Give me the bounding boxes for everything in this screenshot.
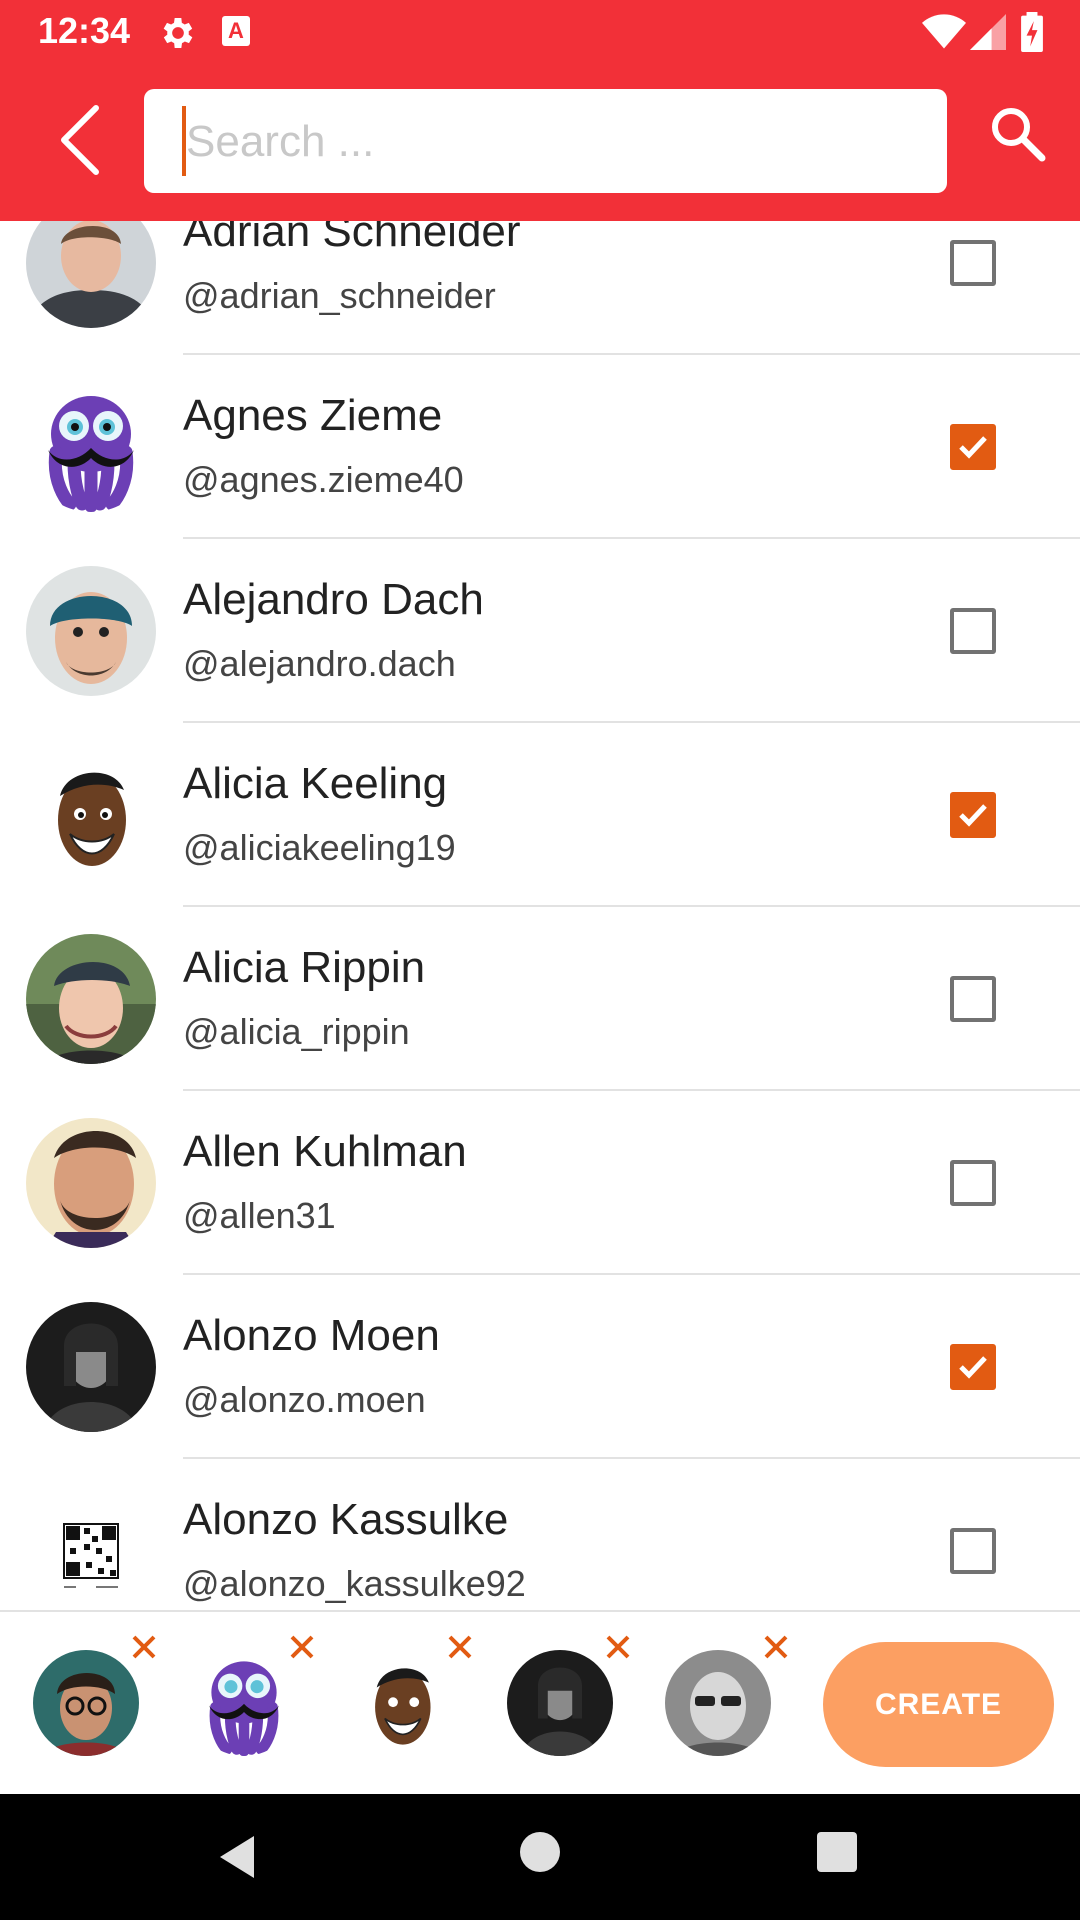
contact-handle: @adrian_schneider	[183, 275, 496, 316]
contact-name: Agnes Zieme	[183, 391, 443, 440]
list-item[interactable]: Allen Kuhlman @allen31	[0, 1091, 1080, 1275]
app-bar: 12:34 A	[0, 0, 1080, 221]
system-navigation-bar	[0, 1794, 1080, 1920]
contact-name: Alonzo Moen	[183, 1311, 440, 1360]
list-item[interactable]: Alicia Rippin @alicia_rippin	[0, 907, 1080, 1091]
list-item[interactable]: Alejandro Dach @alejandro.dach	[0, 539, 1080, 723]
man-glasses-photo-icon	[33, 1650, 139, 1756]
man-photo-icon	[26, 221, 156, 328]
contact-handle: @alicia_rippin	[183, 1011, 410, 1052]
contact-name: Alonzo Kassulke	[183, 1495, 509, 1544]
remove-close-icon[interactable]	[761, 1632, 791, 1662]
man-cap-photo-icon	[26, 934, 156, 1064]
checkmark-icon	[959, 1356, 987, 1379]
checkmark-icon	[959, 436, 987, 459]
settings-gear-icon	[163, 18, 193, 48]
list-item[interactable]: Alonzo Kassulke @alonzo_kassulke92	[0, 1459, 1080, 1610]
contact-name: Alejandro Dach	[183, 575, 484, 624]
notification-a-icon: A	[222, 16, 250, 46]
checkmark-icon	[959, 804, 987, 827]
select-checkbox[interactable]	[950, 976, 996, 1022]
contact-name: Alicia Rippin	[183, 943, 426, 992]
man-bw-photo-icon	[507, 1650, 613, 1756]
create-button[interactable]: CREATE	[823, 1642, 1054, 1767]
remove-close-icon[interactable]	[287, 1632, 317, 1662]
contact-handle: @agnes.zieme40	[183, 459, 464, 500]
remove-close-icon[interactable]	[129, 1632, 159, 1662]
remove-close-icon[interactable]	[445, 1632, 475, 1662]
contact-handle: @allen31	[183, 1195, 336, 1236]
battery-charging-icon	[1021, 12, 1043, 52]
select-checkbox[interactable]	[950, 1528, 996, 1574]
back-button[interactable]	[44, 100, 114, 180]
status-time: 12:34	[38, 10, 131, 51]
contact-list[interactable]: Adrian Schneider @adrian_schneider Agnes…	[0, 221, 1080, 1610]
list-item[interactable]: Adrian Schneider @adrian_schneider	[0, 221, 1080, 355]
list-item[interactable]: Agnes Zieme @agnes.zieme40	[0, 355, 1080, 539]
man-beard-photo-icon	[26, 1118, 156, 1248]
back-arrow-icon	[61, 105, 99, 175]
contact-handle: @alonzo_kassulke92	[183, 1563, 526, 1604]
contact-name: Alicia Keeling	[183, 759, 448, 808]
remove-close-icon[interactable]	[603, 1632, 633, 1662]
cartoon-smiling-face-icon	[26, 750, 156, 880]
search-icon[interactable]	[988, 104, 1048, 164]
select-checkbox[interactable]	[950, 792, 996, 838]
contact-name: Allen Kuhlman	[183, 1127, 467, 1176]
select-checkbox[interactable]	[950, 1160, 996, 1206]
select-checkbox[interactable]	[950, 240, 996, 286]
cartoon-smiling-face-icon	[349, 1650, 455, 1756]
select-checkbox[interactable]	[950, 608, 996, 654]
contact-handle: @alonzo.moen	[183, 1379, 426, 1420]
wifi-icon	[922, 14, 966, 49]
man-sunglasses-photo-icon	[665, 1650, 771, 1756]
select-checkbox[interactable]	[950, 424, 996, 470]
contact-handle: @alejandro.dach	[183, 643, 456, 684]
qr-code-icon	[26, 1486, 156, 1610]
list-item[interactable]: Alonzo Moen @alonzo.moen	[0, 1275, 1080, 1459]
select-checkbox[interactable]	[950, 1344, 996, 1390]
list-item[interactable]: Alicia Keeling @aliciakeeling19	[0, 723, 1080, 907]
nav-recents-icon[interactable]	[817, 1832, 857, 1872]
search-box[interactable]	[144, 89, 947, 193]
contact-handle: @aliciakeeling19	[183, 827, 456, 868]
man-beanie-photo-icon	[26, 566, 156, 696]
nav-home-icon[interactable]	[520, 1832, 560, 1872]
search-input[interactable]	[184, 103, 928, 181]
purple-octopus-mustache-icon	[26, 382, 156, 512]
status-bar: 12:34 A	[0, 0, 1080, 64]
purple-octopus-mustache-icon	[191, 1650, 297, 1756]
contact-name: Adrian Schneider	[183, 221, 521, 256]
cell-signal-icon	[970, 14, 1006, 50]
selected-contacts-bar: CREATE	[0, 1610, 1080, 1794]
man-bw-photo-icon	[26, 1302, 156, 1432]
nav-back-icon[interactable]	[214, 1832, 264, 1882]
